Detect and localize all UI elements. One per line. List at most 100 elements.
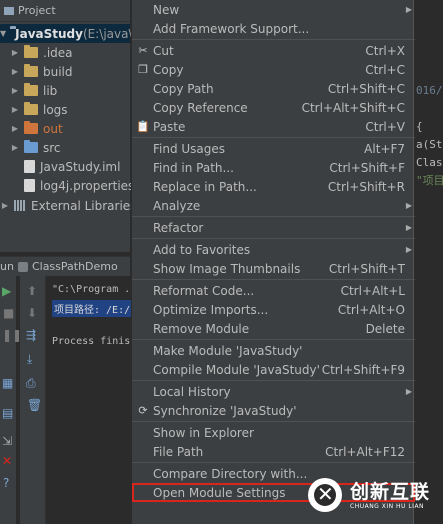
dump-icon[interactable]: ▦ xyxy=(2,376,13,390)
folder-icon xyxy=(24,102,38,115)
project-panel-header[interactable]: Project xyxy=(0,0,130,22)
tree-item-label: External Libraries xyxy=(31,198,137,213)
menu-item-file-path[interactable]: File Path Ctrl+Alt+F12 xyxy=(132,442,415,461)
close-icon[interactable]: ✕ xyxy=(2,454,12,468)
expand-arrow-down-icon[interactable]: ▼ xyxy=(0,29,6,38)
folder-icon xyxy=(24,121,38,134)
rerun-icon[interactable]: ▶ xyxy=(2,284,11,298)
expand-arrow-right-icon[interactable]: ▶ xyxy=(10,48,20,57)
folder-icon xyxy=(24,45,38,58)
tree-item-logs[interactable]: ▶ logs xyxy=(0,100,68,119)
tree-item-label: out xyxy=(43,121,63,136)
menu-item-label: Show Image Thumbnails xyxy=(153,261,301,276)
tree-item-label: logs xyxy=(43,102,68,117)
menu-item-label: Show in Explorer xyxy=(153,425,254,440)
run-panel-header: un ClassPathDemo xyxy=(0,256,130,276)
menu-item-label: File Path xyxy=(153,444,204,459)
menu-separator xyxy=(132,238,415,239)
menu-item-shortcut: Delete xyxy=(365,321,405,336)
tree-item-lib[interactable]: ▶ lib xyxy=(0,81,57,100)
menu-item-cut[interactable]: ✂ Cut Ctrl+X xyxy=(132,41,415,60)
menu-item-copy-path[interactable]: Copy Path Ctrl+Shift+C xyxy=(132,79,415,98)
menu-item-label: Open Module Settings xyxy=(153,485,286,500)
tree-item-label: src xyxy=(43,140,61,155)
down-arrow-icon[interactable]: ⬇ xyxy=(27,306,37,320)
menu-item-copy[interactable]: ❐ Copy Ctrl+C xyxy=(132,60,415,79)
tree-item-external-libraries[interactable]: ▶ External Libraries xyxy=(0,196,137,215)
soft-wrap-icon[interactable]: ⇶ xyxy=(26,328,36,342)
menu-item-paste[interactable]: 📋 Paste Ctrl+V xyxy=(132,117,415,136)
expand-arrow-right-icon[interactable]: ▶ xyxy=(10,105,20,114)
menu-item-shortcut: Ctrl+Shift+F9 xyxy=(321,362,405,377)
menu-item-label: Optimize Imports... xyxy=(153,302,269,317)
menu-item-find-in-path[interactable]: Find in Path... Ctrl+Shift+F xyxy=(132,158,415,177)
menu-item-find-usages[interactable]: Find Usages Alt+F7 xyxy=(132,139,415,158)
sync-icon: ⟳ xyxy=(138,404,148,417)
console-toolbar: ⬆ ⬇ ⇶ ⤓ ⎙ 🗑 xyxy=(20,276,46,524)
menu-item-shortcut: Ctrl+V xyxy=(365,119,405,134)
menu-separator xyxy=(132,339,415,340)
menu-item-remove-module[interactable]: Remove Module Delete xyxy=(132,319,415,338)
settings-icon[interactable]: ▤ xyxy=(2,406,13,420)
menu-item-label: New xyxy=(153,2,180,17)
help-icon[interactable]: ? xyxy=(3,476,9,490)
submenu-arrow-icon: ▶ xyxy=(405,201,412,210)
menu-item-new[interactable]: New ▶ xyxy=(132,0,415,19)
print-icon[interactable]: ⎙ xyxy=(26,376,36,391)
tree-item-out[interactable]: ▶ out xyxy=(0,119,63,138)
menu-item-add-to-favorites[interactable]: Add to Favorites ▶ xyxy=(132,240,415,259)
tree-item-javastudy-iml[interactable]: JavaStudy.iml xyxy=(0,157,120,176)
menu-item-make-module-javastudy[interactable]: Make Module 'JavaStudy' xyxy=(132,341,415,360)
menu-item-analyze[interactable]: Analyze ▶ xyxy=(132,196,415,215)
console-line: Process finish xyxy=(52,336,137,347)
tree-item-src[interactable]: ▶ src xyxy=(0,138,61,157)
menu-item-replace-in-path[interactable]: Replace in Path... Ctrl+Shift+R xyxy=(132,177,415,196)
menu-item-show-in-explorer[interactable]: Show in Explorer xyxy=(132,423,415,442)
expand-arrow-right-icon[interactable]: ▶ xyxy=(10,67,20,76)
menu-item-show-image-thumbnails[interactable]: Show Image Thumbnails Ctrl+Shift+T xyxy=(132,259,415,278)
menu-item-label: Copy Path xyxy=(153,81,214,96)
menu-item-refactor[interactable]: Refactor ▶ xyxy=(132,218,415,237)
tree-item-label: .idea xyxy=(43,45,73,60)
menu-item-label: Replace in Path... xyxy=(153,179,257,194)
watermark-logo: 创新互联 CHUANG XIN HU LIAN xyxy=(302,466,443,524)
menu-item-label: Reformat Code... xyxy=(153,283,255,298)
menu-item-shortcut: Ctrl+Alt+F12 xyxy=(325,444,405,459)
menu-item-label: Add Framework Support... xyxy=(153,21,310,36)
menu-item-label: Compare Directory with... xyxy=(153,466,308,481)
expand-arrow-right-icon[interactable]: ▶ xyxy=(10,86,20,95)
tree-item-log4j-properties[interactable]: log4j.properties xyxy=(0,176,134,195)
up-arrow-icon[interactable]: ⬆ xyxy=(27,284,37,298)
tree-item-build[interactable]: ▶ build xyxy=(0,62,73,81)
trash-icon[interactable]: 🗑 xyxy=(27,398,42,412)
menu-separator xyxy=(132,39,415,40)
menu-item-local-history[interactable]: Local History ▶ xyxy=(132,382,415,401)
run-tab-prefix: un xyxy=(0,260,14,273)
menu-item-shortcut: Ctrl+X xyxy=(365,43,405,58)
pin-icon[interactable]: ⇲ xyxy=(2,434,12,448)
menu-separator xyxy=(132,421,415,422)
expand-arrow-right-icon[interactable]: ▶ xyxy=(10,124,20,133)
tree-item-idea[interactable]: ▶ .idea xyxy=(0,43,73,62)
menu-item-synchronize-javastudy[interactable]: ⟳ Synchronize 'JavaStudy' xyxy=(132,401,415,420)
menu-item-copy-reference[interactable]: Copy Reference Ctrl+Alt+Shift+C xyxy=(132,98,415,117)
tree-item-label: log4j.properties xyxy=(40,178,135,193)
menu-item-add-framework-support[interactable]: Add Framework Support... xyxy=(132,19,415,38)
menu-item-reformat-code[interactable]: Reformat Code... Ctrl+Alt+L xyxy=(132,281,415,300)
tree-item-javastudy[interactable]: ▼ JavaStudy (E:\java\ xyxy=(0,24,133,43)
menu-item-optimize-imports[interactable]: Optimize Imports... Ctrl+Alt+O xyxy=(132,300,415,319)
stop-icon[interactable]: ■ xyxy=(3,306,14,320)
menu-item-compile-module-javastudy[interactable]: Compile Module 'JavaStudy' Ctrl+Shift+F9 xyxy=(132,360,415,379)
folder-icon xyxy=(24,140,38,153)
menu-separator xyxy=(132,279,415,280)
expand-arrow-right-icon[interactable]: ▶ xyxy=(0,201,10,210)
editor-area[interactable]: 016/3/ {a(Stri Class "项目 xyxy=(414,0,443,260)
run-tab-label[interactable]: ClassPathDemo xyxy=(32,260,118,273)
editor-line: "项目 xyxy=(416,174,443,187)
expand-arrow-right-icon[interactable]: ▶ xyxy=(10,143,20,152)
menu-item-label: Refactor xyxy=(153,220,204,235)
menu-item-shortcut: Ctrl+Shift+F xyxy=(329,160,405,175)
submenu-arrow-icon: ▶ xyxy=(405,5,412,14)
editor-line: Class xyxy=(416,156,443,169)
scroll-to-end-icon[interactable]: ⤓ xyxy=(27,352,32,367)
